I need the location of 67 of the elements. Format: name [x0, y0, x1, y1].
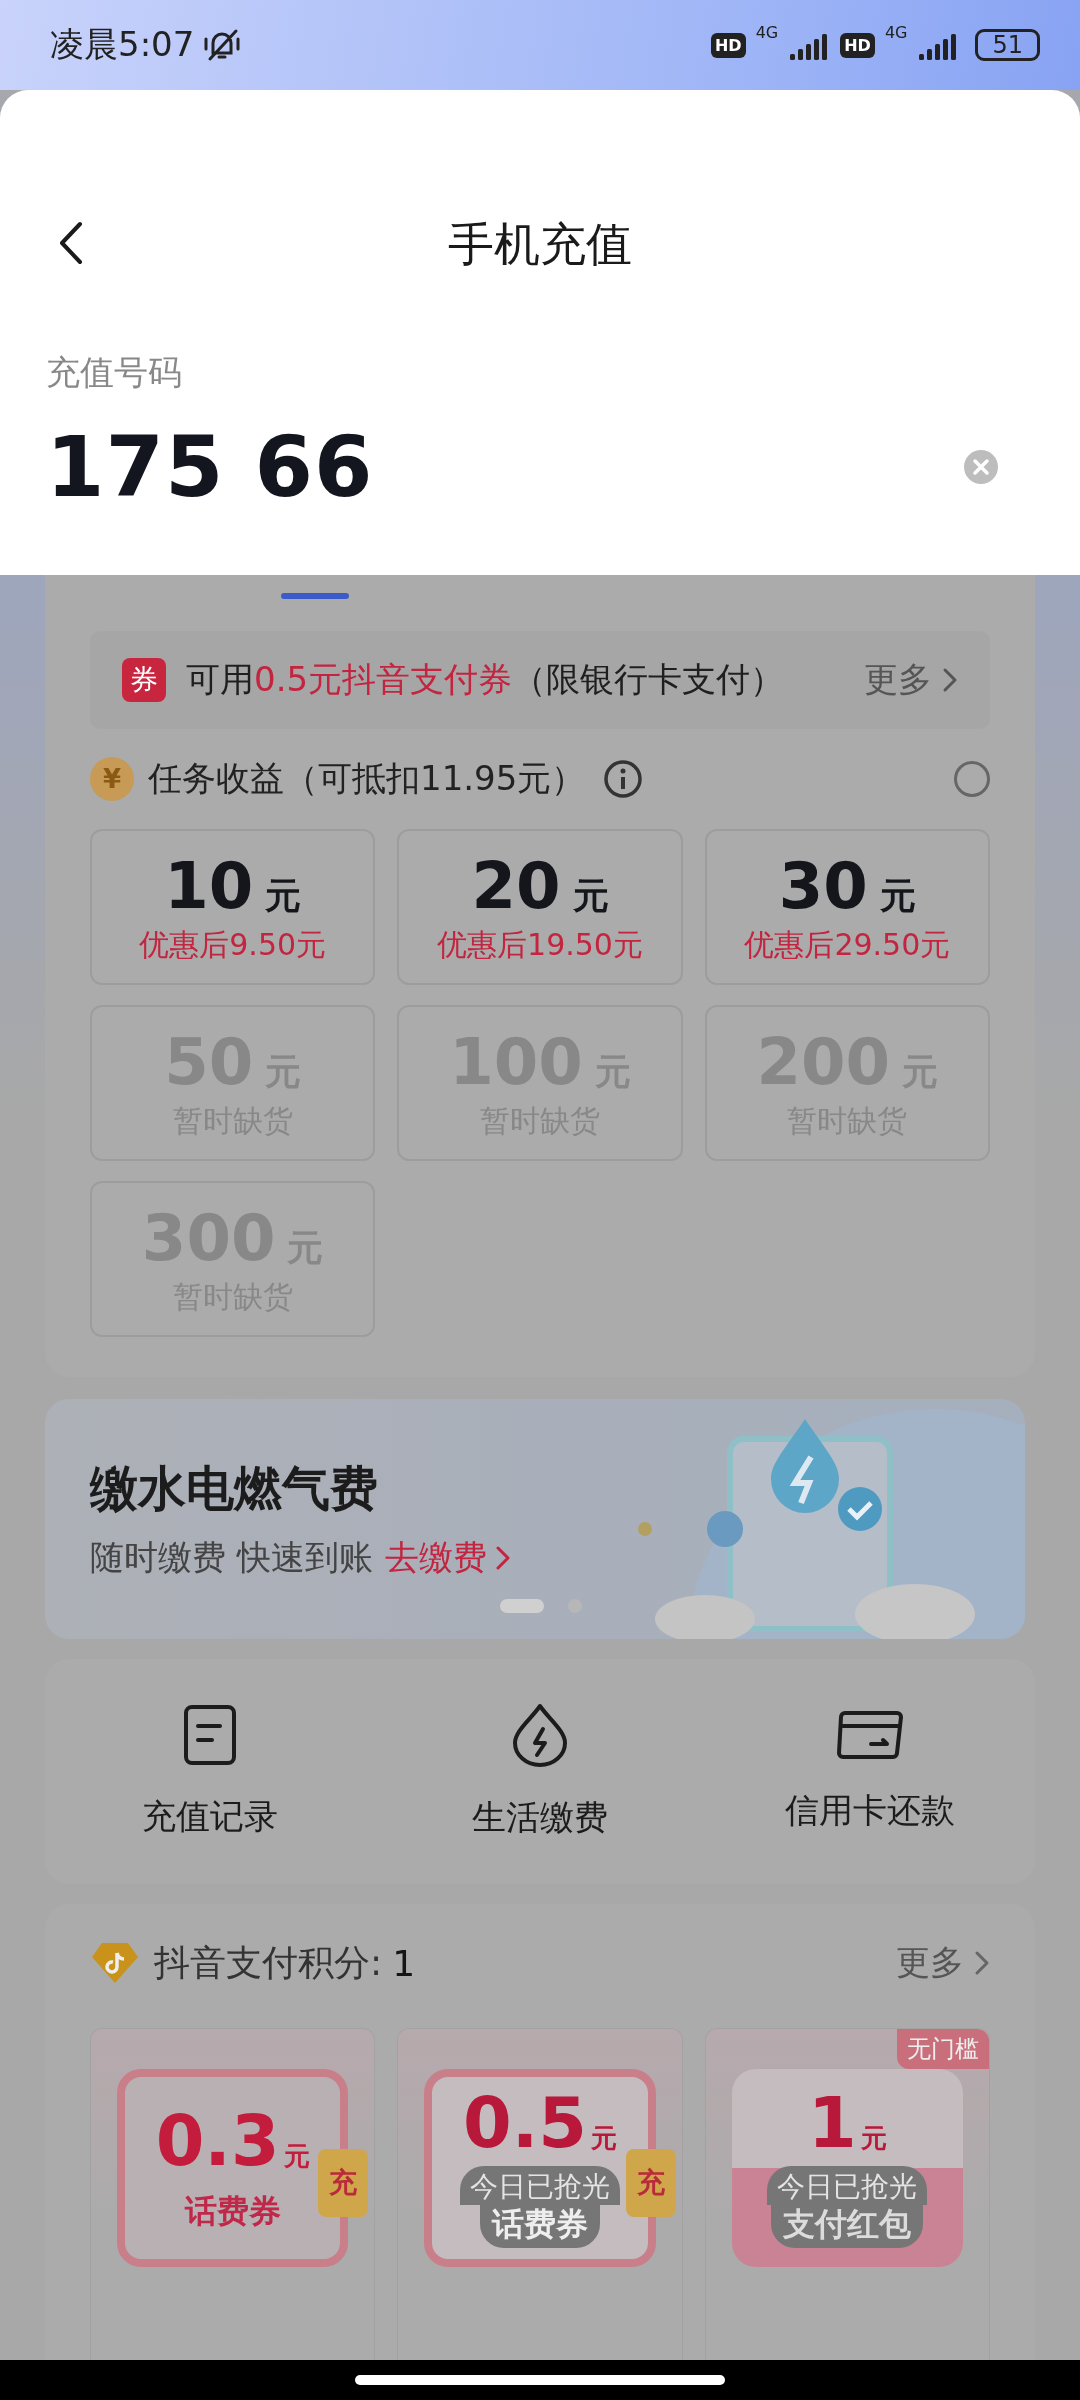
more-link[interactable]: 更多: [896, 1940, 990, 1986]
sold-out-label: 今日已抢光: [767, 2166, 928, 2205]
utility-banner[interactable]: 缴水电燃气费 随时缴费 快速到账 去缴费: [45, 1399, 1025, 1639]
voucher-card[interactable]: 无门槛 1 元 今日已抢光 支付红包: [704, 2028, 990, 2360]
page-title: 手机充值: [448, 216, 632, 273]
battery-level: 51: [975, 29, 1040, 61]
voucher-unit: 元: [591, 2125, 617, 2151]
voucher-name: 支付红包: [771, 2204, 924, 2248]
task-earnings: 任务收益（可抵扣11.95元）: [148, 757, 586, 800]
pay-link[interactable]: 去缴费: [384, 1535, 511, 1581]
diamond-logo-icon: [90, 1941, 140, 1985]
radio-button[interactable]: [954, 761, 990, 797]
status-time: 凌晨5:07: [50, 23, 195, 66]
hd-badge: HD: [840, 32, 875, 58]
home-indicator[interactable]: [355, 2375, 725, 2385]
phone-tag: 充: [625, 2149, 676, 2217]
amount-option[interactable]: 20 元 优惠后19.50元: [397, 829, 683, 985]
voucher-amount: 0.3: [155, 2106, 280, 2177]
shortcut-button[interactable]: 充值记录: [45, 1703, 375, 1840]
network-type: 4G: [884, 23, 908, 42]
lightning-drop-icon: [511, 1702, 569, 1767]
chevron-right-icon: [942, 667, 958, 693]
voucher-card[interactable]: 0.3 元 话费券 充: [90, 2028, 376, 2360]
voucher-name: 话费券: [184, 2194, 281, 2230]
network-type: 4G: [755, 23, 779, 42]
coupon-bar[interactable]: 券 可用0.5元抖音支付券（限银行卡支付） 更多: [90, 631, 990, 729]
phone-label: 充值号码: [46, 351, 183, 394]
chevron-right-icon: [494, 1545, 511, 1571]
more-link[interactable]: 更多: [864, 657, 958, 703]
shortcut-button[interactable]: 信用卡还款: [705, 1709, 1035, 1834]
amount-note: 优惠后19.50元: [437, 925, 643, 964]
tab-indicator[interactable]: [281, 593, 349, 599]
amount-value: 10: [164, 848, 254, 923]
shortcut-button[interactable]: 生活缴费: [375, 1702, 705, 1841]
amount-note: 优惠后29.50元: [744, 925, 951, 964]
amount-note: 优惠后9.50元: [139, 925, 327, 964]
voucher-name: 话费券: [480, 2204, 600, 2248]
amount-unit: 元: [572, 873, 609, 918]
voucher-badge: 无门槛: [897, 2029, 989, 2069]
card-icon: [837, 1709, 903, 1760]
banner-title: 缴水电燃气费: [90, 1459, 379, 1518]
voucher-amount: 1: [807, 2088, 857, 2158]
banner-subtitle: 随时缴费 快速到账: [90, 1536, 373, 1579]
voucher-amount: 0.5: [463, 2088, 587, 2158]
points-label: 抖音支付积分:: [154, 1940, 383, 1985]
coupon-text: 可用0.5元抖音支付券（限银行卡支付）: [186, 658, 786, 701]
amount-value: 30: [778, 848, 868, 923]
amount-unit: 元: [265, 873, 302, 918]
amount-unit: 元: [879, 873, 916, 918]
phone-tag: 充: [318, 2149, 369, 2217]
voucher-unit: 元: [283, 2143, 310, 2170]
voucher-unit: 元: [860, 2125, 887, 2151]
phone-input[interactable]: 175 66: [46, 418, 546, 516]
coin-icon: ¥: [90, 757, 134, 801]
voucher-card[interactable]: 0.5 元 今日已抢光 话费券 充: [397, 2028, 683, 2360]
amount-value: 20: [471, 848, 561, 923]
amount-option[interactable]: 30 元 优惠后29.50元: [704, 829, 990, 985]
info-icon[interactable]: [603, 759, 644, 799]
hd-badge: HD: [710, 32, 746, 58]
chevron-right-icon: [974, 1950, 990, 1976]
clear-icon[interactable]: [964, 450, 998, 484]
document-icon: [183, 1703, 237, 1766]
points-value: 1: [392, 1942, 416, 1984]
mute-bell-icon: [202, 27, 243, 63]
sold-out-label: 今日已抢光: [460, 2166, 620, 2205]
amount-option[interactable]: 10 元 优惠后9.50元: [90, 829, 376, 985]
coupon-badge: 券: [122, 658, 166, 702]
